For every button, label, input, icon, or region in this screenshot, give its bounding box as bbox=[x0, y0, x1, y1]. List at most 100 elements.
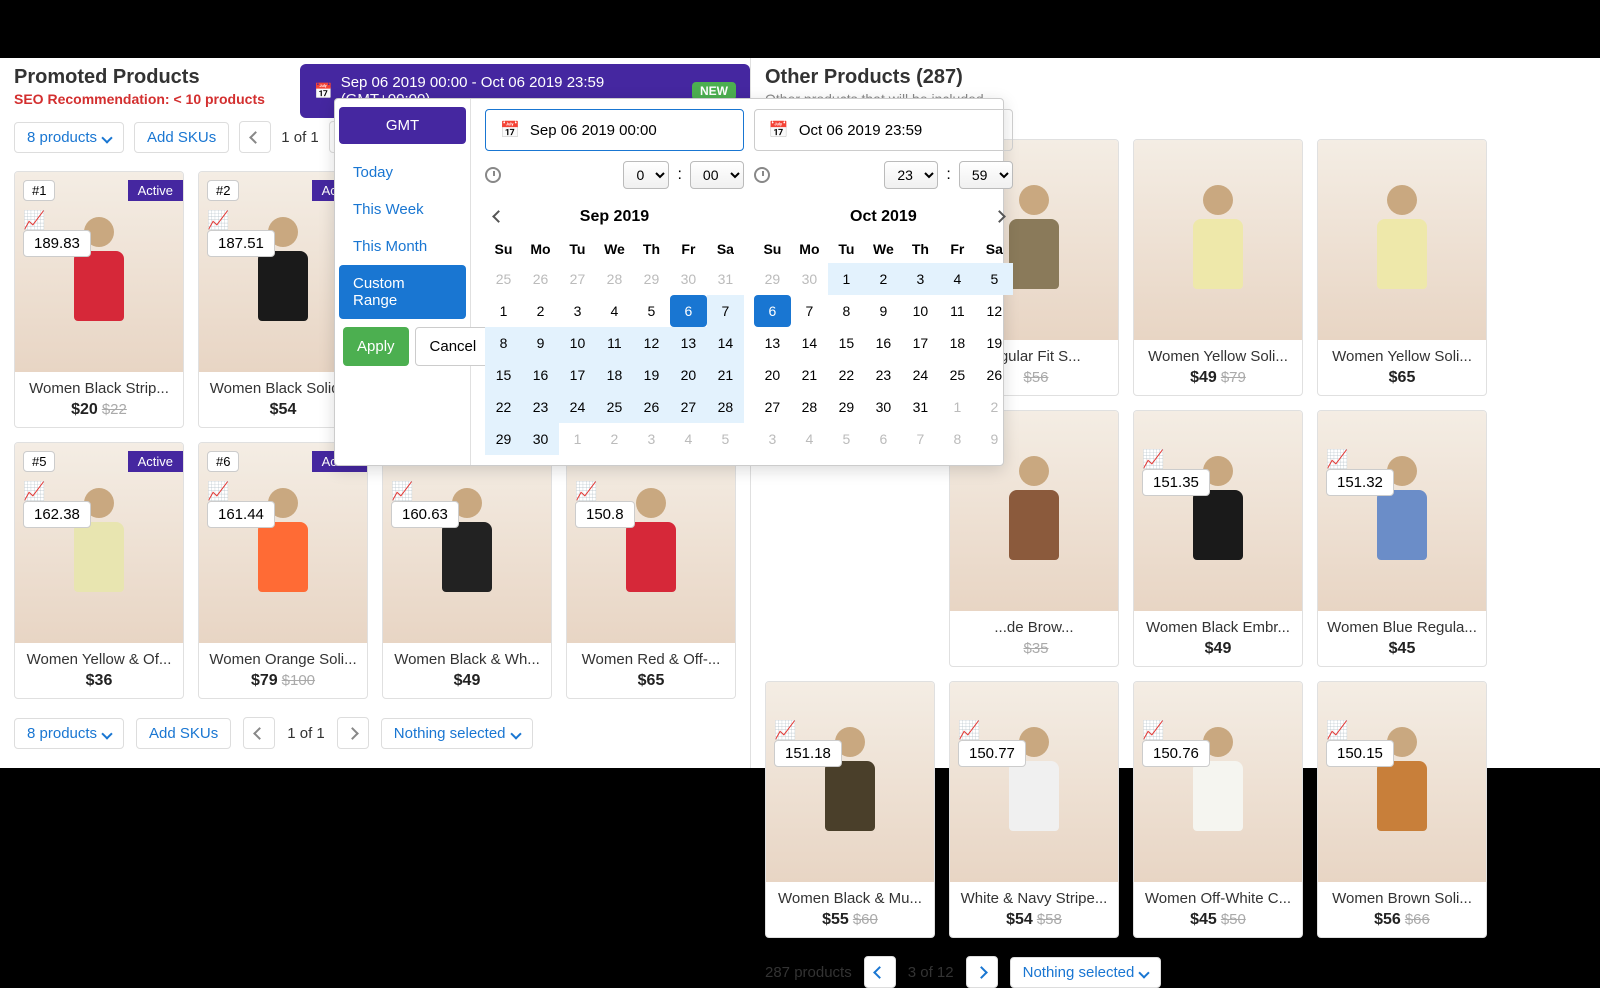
calendar-day[interactable]: 8 bbox=[939, 423, 976, 455]
other-selection-dropdown[interactable]: Nothing selected bbox=[1010, 957, 1162, 988]
calendar-day[interactable]: 5 bbox=[633, 295, 670, 327]
product-card[interactable]: 📈151.32Women Blue Regula...$45 bbox=[1317, 410, 1487, 667]
other-page-next-button[interactable] bbox=[966, 956, 998, 988]
range-this-week[interactable]: This Week bbox=[339, 191, 466, 228]
calendar-day[interactable]: 27 bbox=[670, 391, 707, 423]
calendar-day[interactable]: 26 bbox=[522, 263, 559, 295]
calendar-day[interactable]: 4 bbox=[670, 423, 707, 455]
product-card[interactable]: 📈150.76Women Off-White C...$45$50 bbox=[1133, 681, 1303, 938]
product-card[interactable]: 📈160.63Women Black & Wh...$49 bbox=[382, 442, 552, 699]
calendar-day[interactable]: 13 bbox=[670, 327, 707, 359]
calendar-day[interactable]: 25 bbox=[939, 359, 976, 391]
product-card[interactable]: Women Yellow Soli...$65 bbox=[1317, 139, 1487, 396]
calendar-day[interactable]: 1 bbox=[559, 423, 596, 455]
calendar-day[interactable]: 18 bbox=[596, 359, 633, 391]
calendar-day[interactable]: 21 bbox=[791, 359, 828, 391]
calendar-day[interactable]: 27 bbox=[559, 263, 596, 295]
timezone-button[interactable]: GMT bbox=[339, 107, 466, 144]
calendar-day[interactable]: 12 bbox=[633, 327, 670, 359]
calendar-day[interactable]: 6 bbox=[670, 295, 707, 327]
calendar-day[interactable]: 30 bbox=[522, 423, 559, 455]
calendar-day[interactable]: 14 bbox=[791, 327, 828, 359]
calendar-day[interactable]: 9 bbox=[976, 423, 1013, 455]
end-min-select[interactable]: 59 bbox=[959, 161, 1013, 189]
calendar-day[interactable]: 20 bbox=[754, 359, 791, 391]
calendar-day[interactable]: 25 bbox=[596, 391, 633, 423]
calendar-day[interactable]: 30 bbox=[670, 263, 707, 295]
range-custom[interactable]: Custom Range bbox=[339, 265, 466, 319]
calendar-day[interactable]: 30 bbox=[791, 263, 828, 295]
calendar-day[interactable]: 4 bbox=[596, 295, 633, 327]
calendar-day[interactable]: 3 bbox=[902, 263, 939, 295]
calendar-day[interactable]: 11 bbox=[596, 327, 633, 359]
product-card[interactable]: Women Yellow Soli...$49$79 bbox=[1133, 139, 1303, 396]
calendar-day[interactable]: 1 bbox=[828, 263, 865, 295]
calendar-day[interactable]: 17 bbox=[902, 327, 939, 359]
calendar-day[interactable]: 3 bbox=[754, 423, 791, 455]
start-date-input-wrap[interactable]: 📅 bbox=[485, 109, 744, 151]
calendar-day[interactable]: 18 bbox=[939, 327, 976, 359]
calendar-day[interactable]: 9 bbox=[865, 295, 902, 327]
calendar-day[interactable]: 2 bbox=[596, 423, 633, 455]
end-date-input[interactable] bbox=[799, 122, 998, 139]
product-card[interactable]: 📈150.15Women Brown Soli...$56$66 bbox=[1317, 681, 1487, 938]
calendar-day[interactable]: 29 bbox=[754, 263, 791, 295]
products-count-dropdown[interactable]: 8 products bbox=[14, 122, 124, 153]
calendar-day[interactable]: 19 bbox=[633, 359, 670, 391]
product-card[interactable]: 📈151.35Women Black Embr...$49 bbox=[1133, 410, 1303, 667]
start-hour-select[interactable]: 0 bbox=[623, 161, 669, 189]
product-card[interactable]: #1Active📈189.83Women Black Strip...$20$2… bbox=[14, 171, 184, 428]
calendar-day[interactable]: 3 bbox=[559, 295, 596, 327]
calendar-day[interactable]: 8 bbox=[828, 295, 865, 327]
calendar-day[interactable]: 24 bbox=[559, 391, 596, 423]
product-card[interactable]: #6Active📈161.44Women Orange Soli...$79$1… bbox=[198, 442, 368, 699]
calendar-day[interactable]: 28 bbox=[707, 391, 744, 423]
cal-next-button[interactable] bbox=[987, 204, 1013, 230]
calendar-day[interactable]: 28 bbox=[596, 263, 633, 295]
add-skus-button[interactable]: Add SKUs bbox=[134, 122, 229, 153]
calendar-day[interactable]: 31 bbox=[707, 263, 744, 295]
add-skus-button-bottom[interactable]: Add SKUs bbox=[136, 718, 231, 749]
calendar-day[interactable]: 23 bbox=[522, 391, 559, 423]
calendar-day[interactable]: 24 bbox=[902, 359, 939, 391]
product-card[interactable]: 📈150.77White & Navy Stripe...$54$58 bbox=[949, 681, 1119, 938]
start-date-input[interactable] bbox=[530, 122, 729, 139]
calendar-day[interactable]: 1 bbox=[939, 391, 976, 423]
calendar-day[interactable]: 16 bbox=[865, 327, 902, 359]
calendar-day[interactable]: 1 bbox=[485, 295, 522, 327]
calendar-day[interactable]: 27 bbox=[754, 391, 791, 423]
calendar-day[interactable]: 9 bbox=[522, 327, 559, 359]
apply-button[interactable]: Apply bbox=[343, 327, 409, 366]
calendar-day[interactable]: 7 bbox=[707, 295, 744, 327]
calendar-day[interactable]: 26 bbox=[633, 391, 670, 423]
product-card[interactable]: #5Active📈162.38Women Yellow & Of...$36 bbox=[14, 442, 184, 699]
calendar-day[interactable]: 6 bbox=[865, 423, 902, 455]
other-page-prev-button[interactable] bbox=[864, 956, 896, 988]
product-card[interactable]: 📈151.18Women Black & Mu...$55$60 bbox=[765, 681, 935, 938]
calendar-day[interactable]: 25 bbox=[485, 263, 522, 295]
range-today[interactable]: Today bbox=[339, 154, 466, 191]
calendar-day[interactable]: 15 bbox=[828, 327, 865, 359]
calendar-day[interactable]: 19 bbox=[976, 327, 1013, 359]
calendar-day[interactable]: 21 bbox=[707, 359, 744, 391]
calendar-day[interactable]: 10 bbox=[902, 295, 939, 327]
cal-prev-button[interactable] bbox=[485, 204, 511, 230]
calendar-day[interactable]: 31 bbox=[902, 391, 939, 423]
calendar-day[interactable]: 26 bbox=[976, 359, 1013, 391]
calendar-day[interactable]: 16 bbox=[522, 359, 559, 391]
calendar-day[interactable]: 5 bbox=[828, 423, 865, 455]
calendar-day[interactable]: 6 bbox=[754, 295, 791, 327]
calendar-day[interactable]: 12 bbox=[976, 295, 1013, 327]
calendar-day[interactable]: 20 bbox=[670, 359, 707, 391]
calendar-day[interactable]: 2 bbox=[976, 391, 1013, 423]
page-prev-button-bottom[interactable] bbox=[243, 717, 275, 749]
calendar-day[interactable]: 2 bbox=[865, 263, 902, 295]
calendar-day[interactable]: 3 bbox=[633, 423, 670, 455]
calendar-day[interactable]: 10 bbox=[559, 327, 596, 359]
calendar-day[interactable]: 14 bbox=[707, 327, 744, 359]
calendar-day[interactable]: 17 bbox=[559, 359, 596, 391]
product-card[interactable]: 📈150.8Women Red & Off-...$65 bbox=[566, 442, 736, 699]
calendar-day[interactable]: 30 bbox=[865, 391, 902, 423]
calendar-day[interactable]: 8 bbox=[485, 327, 522, 359]
calendar-day[interactable]: 7 bbox=[791, 295, 828, 327]
